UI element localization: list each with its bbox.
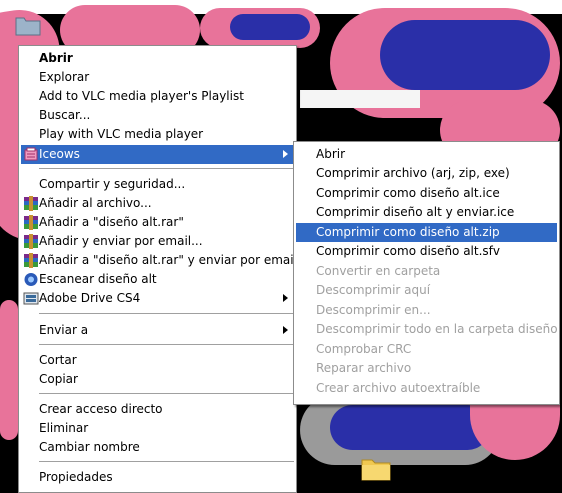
submenu-item-descomprimir-todo[interactable]: Descomprimir todo en la carpeta diseño a… [296, 320, 562, 339]
submenu-item-label: Convertir en carpeta [316, 263, 441, 278]
menu-item-label: Play with VLC media player [39, 127, 204, 141]
submenu-item-label: Comprimir como diseño alt.sfv [316, 244, 500, 258]
menu-item-label: Eliminar [39, 421, 89, 435]
submenu-item-label: Comprimir como diseño alt.zip [316, 224, 500, 239]
winrar-icon [24, 253, 38, 268]
submenu-item-label: Crear archivo autoextraíble [316, 380, 481, 395]
menu-item-label: Añadir al archivo... [39, 196, 152, 210]
menu-item-label: Cambiar nombre [39, 440, 140, 454]
menu-item-play-vlc[interactable]: Play with VLC media player [21, 125, 294, 144]
menu-item-label: Add to VLC media player's Playlist [39, 89, 244, 103]
submenu-item-label: Abrir [316, 147, 346, 161]
menu-item-label: Buscar... [39, 108, 91, 122]
folder-icon[interactable] [361, 455, 391, 481]
iceows-submenu: Abrir Comprimir archivo (arj, zip, exe) … [293, 141, 562, 405]
menu-item-anadir-rar-email[interactable]: Añadir a "diseño alt.rar" y enviar por e… [21, 251, 297, 270]
menu-item-add-vlc-playlist[interactable]: Add to VLC media player's Playlist [21, 87, 294, 106]
folder-icon[interactable] [15, 14, 41, 36]
submenu-arrow-icon [283, 326, 288, 334]
menu-item-eliminar[interactable]: Eliminar [21, 419, 294, 438]
desktop-graphic [380, 20, 550, 90]
menu-item-label: Propiedades [39, 470, 113, 484]
menu-item-propiedades[interactable]: Propiedades [21, 468, 294, 487]
menu-item-abrir[interactable]: Abrir [21, 49, 294, 68]
menu-item-explorar[interactable]: Explorar [21, 68, 294, 87]
menu-item-label: Adobe Drive CS4 [39, 291, 141, 305]
menu-item-label: Añadir a "diseño alt.rar" [39, 215, 184, 229]
submenu-item-comprimir-enviar[interactable]: Comprimir diseño alt y enviar.ice [296, 203, 557, 222]
winrar-icon [24, 234, 38, 249]
antivirus-scan-icon [24, 273, 38, 286]
menu-item-buscar[interactable]: Buscar... [21, 106, 294, 125]
submenu-item-abrir[interactable]: Abrir [296, 145, 557, 164]
menu-item-cambiar-nombre[interactable]: Cambiar nombre [21, 438, 294, 457]
submenu-arrow-icon [283, 150, 288, 158]
menu-separator [39, 393, 294, 394]
submenu-item-comprimir-archivo[interactable]: Comprimir archivo (arj, zip, exe) [296, 164, 557, 183]
menu-item-label: Añadir a "diseño alt.rar" y enviar por e… [39, 253, 297, 267]
submenu-item-descomprimir-en[interactable]: Descomprimir en... [296, 301, 557, 320]
menu-item-label: Explorar [39, 70, 90, 84]
desktop-graphic [330, 405, 490, 450]
menu-item-cortar[interactable]: Cortar [21, 351, 294, 370]
submenu-arrow-icon [283, 294, 288, 302]
submenu-item-comprimir-zip[interactable]: Comprimir como diseño alt.zip [296, 222, 557, 242]
menu-separator [39, 313, 294, 314]
submenu-item-label: Comprimir como diseño alt.ice [316, 185, 500, 200]
submenu-item-descomprimir-aqui[interactable]: Descomprimir aquí [296, 281, 557, 300]
menu-item-label: Enviar a [39, 323, 89, 337]
menu-item-enviar-a[interactable]: Enviar a [21, 321, 294, 340]
submenu-item-comprimir-sfv[interactable]: Comprimir como diseño alt.sfv [296, 242, 557, 261]
menu-item-anadir-rar[interactable]: Añadir a "diseño alt.rar" [21, 213, 294, 232]
menu-item-anadir-archivo[interactable]: Añadir al archivo... [21, 194, 294, 213]
menu-item-label: Iceows [39, 147, 80, 161]
menu-item-label: Abrir [39, 51, 73, 65]
submenu-item-autoextraible[interactable]: Crear archivo autoextraíble [296, 379, 557, 398]
submenu-item-label: Comprimir archivo (arj, zip, exe) [316, 166, 510, 180]
menu-separator [39, 168, 294, 169]
submenu-item-reparar[interactable]: Reparar archivo [296, 359, 557, 378]
submenu-item-comprobar-crc[interactable]: Comprobar CRC [296, 340, 557, 359]
menu-separator [39, 344, 294, 345]
submenu-item-label: Descomprimir aquí [316, 283, 431, 297]
context-menu: Abrir Explorar Add to VLC media player's… [18, 45, 297, 493]
iceows-icon [24, 147, 38, 161]
submenu-item-label: Descomprimir todo en la carpeta diseño a… [316, 322, 562, 336]
menu-item-label: Compartir y seguridad... [39, 177, 186, 191]
submenu-item-comprimir-ice[interactable]: Comprimir como diseño alt.ice [296, 184, 557, 203]
menu-item-copiar[interactable]: Copiar [21, 370, 294, 389]
submenu-item-label: Descomprimir en... [316, 302, 431, 317]
desktop-graphic [0, 300, 18, 440]
menu-item-label: Crear acceso directo [39, 402, 163, 416]
adobe-drive-icon [23, 292, 39, 305]
menu-item-label: Añadir y enviar por email... [39, 234, 203, 248]
submenu-item-convertir-carpeta[interactable]: Convertir en carpeta [296, 262, 557, 281]
menu-item-adobe-drive[interactable]: Adobe Drive CS4 [21, 289, 294, 308]
desktop-graphic [300, 90, 420, 108]
menu-item-label: Cortar [39, 353, 77, 367]
menu-item-anadir-email[interactable]: Añadir y enviar por email... [21, 232, 294, 251]
winrar-icon [24, 215, 38, 230]
desktop-graphic [230, 14, 310, 40]
submenu-item-label: Comprobar CRC [316, 341, 412, 356]
menu-item-compartir[interactable]: Compartir y seguridad... [21, 175, 294, 194]
menu-item-escanear[interactable]: Escanear diseño alt [21, 270, 294, 289]
winrar-icon [24, 196, 38, 211]
menu-item-label: Escanear diseño alt [39, 272, 157, 286]
menu-item-crear-acceso[interactable]: Crear acceso directo [21, 400, 294, 419]
menu-item-label: Copiar [39, 372, 78, 386]
menu-separator [39, 461, 294, 462]
submenu-item-label: Reparar archivo [316, 361, 412, 375]
submenu-item-label: Comprimir diseño alt y enviar.ice [316, 205, 515, 219]
menu-item-iceows[interactable]: Iceows [21, 145, 294, 164]
